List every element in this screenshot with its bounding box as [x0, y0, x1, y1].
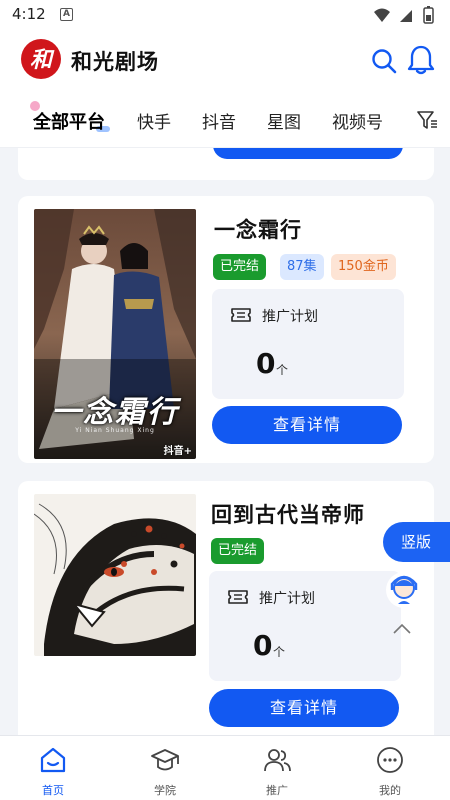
promotion-plan-label: 推广计划 [259, 591, 315, 607]
nav-home[interactable]: 首页 [23, 742, 83, 798]
tab-shipinhao[interactable]: 视频号 [332, 108, 383, 133]
promotion-plan-unit: 个 [276, 363, 289, 377]
nav-label: 推广 [266, 784, 288, 797]
episode-count-badge: 87集 [280, 254, 324, 280]
tab-kuaishou[interactable]: 快手 [137, 108, 171, 133]
drama-title: 回到古代当帝师 [211, 503, 365, 527]
price-badge: 150金币 [331, 254, 396, 280]
nav-promotion[interactable]: 推广 [247, 742, 307, 798]
poster-title-text: 一念霜行 [51, 395, 179, 430]
promotion-plan-unit: 个 [273, 645, 286, 659]
poster-artwork [34, 494, 196, 656]
app-header: 和 和光剧场 [0, 30, 450, 92]
search-icon[interactable] [370, 47, 398, 75]
view-details-button[interactable]: 查看详情 [209, 689, 399, 727]
bell-icon[interactable] [406, 44, 436, 76]
app-title: 和光剧场 [71, 50, 159, 74]
nav-label: 学院 [154, 784, 176, 797]
system-status-icons [374, 6, 434, 24]
tab-all-platforms[interactable]: 全部平台 [33, 108, 105, 134]
drama-card: 一念霜行 Yi Nian Shuang Xing 抖音+ 一念霜行 已完结 87… [18, 196, 434, 463]
promotion-plan-box: 推广计划 0 个 [212, 289, 404, 399]
drama-list: 一念霜行 Yi Nian Shuang Xing 抖音+ 一念霜行 已完结 87… [0, 148, 450, 735]
nav-profile[interactable]: 我的 [360, 742, 420, 798]
notification-icon: A [60, 8, 73, 21]
profile-face-icon [377, 747, 403, 773]
nav-label: 我的 [379, 784, 401, 797]
platform-watermark: 抖音+ [163, 446, 192, 457]
previous-detail-button[interactable] [213, 148, 403, 159]
ticket-icon [231, 308, 251, 322]
promotion-plan-count: 0 [256, 347, 276, 380]
platform-tabs: 全部平台 快手 抖音 星图 视频号 [0, 92, 450, 148]
home-icon [40, 747, 66, 773]
tab-xingtu[interactable]: 星图 [267, 108, 301, 133]
app-logo: 和 [21, 39, 61, 79]
filter-icon[interactable] [416, 109, 438, 131]
previous-card-fragment [18, 148, 434, 180]
drama-poster[interactable]: 一念霜行 Yi Nian Shuang Xing 抖音+ [34, 209, 196, 459]
nav-label: 首页 [42, 784, 64, 797]
bottom-navigation: 首页 学院 推广 我的 [0, 735, 450, 800]
nav-academy[interactable]: 学院 [135, 742, 195, 798]
graduation-cap-icon [151, 749, 179, 771]
customer-service-icon[interactable] [384, 568, 424, 612]
drama-card: 回到古代当帝师 已完结 推广计划 0 个 查看详情 [18, 481, 434, 735]
ticket-icon [228, 590, 248, 604]
tab-douyin[interactable]: 抖音 [202, 108, 236, 133]
collapse-chevron-icon[interactable] [392, 622, 412, 636]
logo-char: 和 [30, 47, 55, 73]
drama-poster[interactable] [34, 494, 196, 656]
drama-title: 一念霜行 [214, 218, 302, 242]
users-icon [264, 749, 291, 772]
status-badge: 已完结 [211, 538, 265, 564]
view-details-button[interactable]: 查看详情 [212, 406, 402, 444]
promotion-plan-label: 推广计划 [262, 309, 318, 325]
poster-subtitle: Yi Nian Shuang Xing [75, 427, 155, 434]
promotion-plan-box: 推广计划 0 个 [209, 571, 401, 681]
promotion-plan-count: 0 [253, 629, 273, 662]
status-badge: 已完结 [213, 254, 267, 280]
status-bar: 4:12 A [0, 0, 450, 30]
vertical-mode-button[interactable]: 竖版 [383, 522, 450, 562]
status-time: 4:12 [12, 5, 46, 23]
